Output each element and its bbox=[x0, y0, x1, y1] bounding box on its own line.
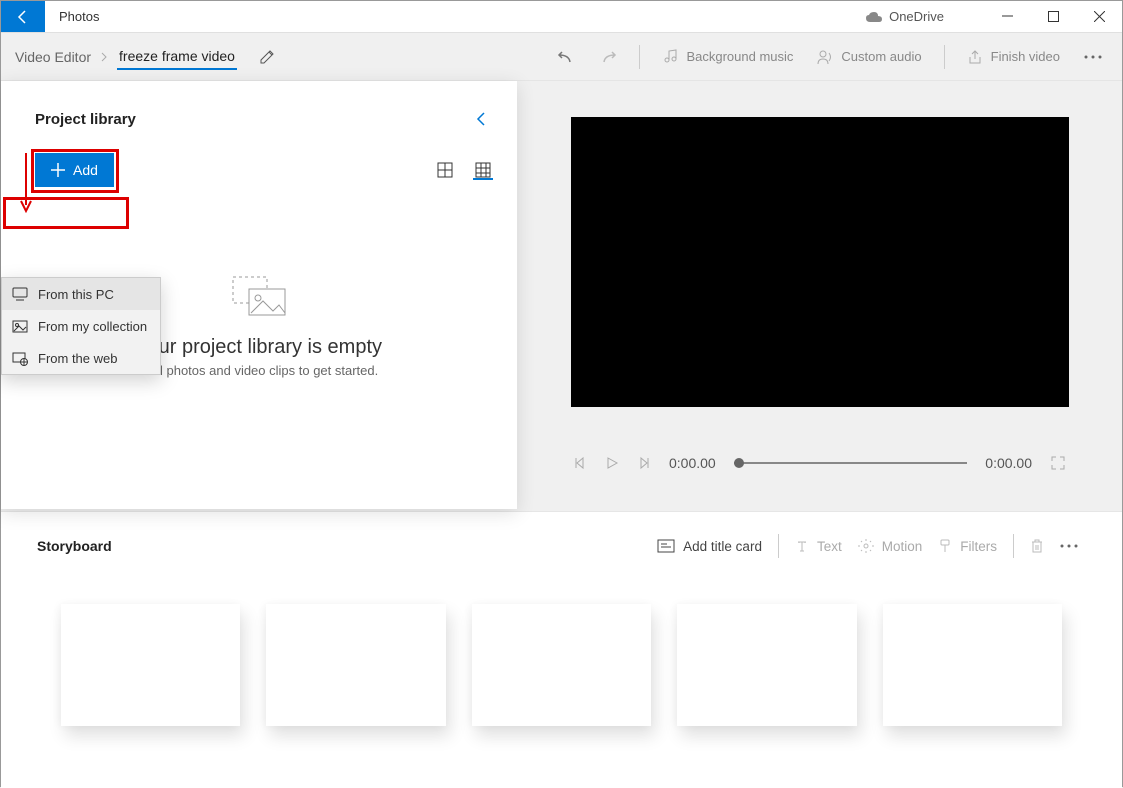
app-title: Photos bbox=[45, 1, 113, 32]
storyboard-title: Storyboard bbox=[37, 538, 112, 554]
time-total: 0:00.00 bbox=[985, 455, 1032, 471]
more-button[interactable] bbox=[1074, 49, 1112, 65]
project-library-panel: Project library Add Your pr bbox=[1, 81, 517, 509]
pc-icon bbox=[12, 286, 28, 302]
delete-button bbox=[1022, 534, 1052, 558]
title-bar: Photos OneDrive bbox=[1, 1, 1122, 33]
add-title-card-button[interactable]: Add title card bbox=[649, 535, 770, 558]
play-button[interactable] bbox=[605, 456, 619, 470]
library-title: Project library bbox=[35, 111, 136, 128]
filters-icon bbox=[938, 539, 952, 553]
web-icon bbox=[12, 350, 28, 366]
fullscreen-button[interactable] bbox=[1050, 455, 1066, 471]
collapse-library-button[interactable] bbox=[467, 107, 495, 131]
skip-forward-icon bbox=[637, 456, 651, 470]
storyboard-slot[interactable] bbox=[266, 604, 445, 726]
cloud-icon bbox=[865, 11, 883, 23]
grid-large-icon bbox=[437, 162, 453, 178]
plus-icon bbox=[51, 163, 65, 177]
grid-small-icon bbox=[475, 162, 491, 178]
dropdown-from-this-pc[interactable]: From this PC bbox=[2, 278, 160, 310]
person-audio-icon bbox=[817, 49, 833, 65]
add-button[interactable]: Add bbox=[35, 153, 114, 187]
finish-video-button[interactable]: Finish video bbox=[957, 43, 1070, 71]
small-grid-view-button[interactable] bbox=[473, 160, 493, 180]
empty-media-icon bbox=[231, 275, 287, 317]
minimize-button[interactable] bbox=[984, 1, 1030, 32]
custom-audio-button[interactable]: Custom audio bbox=[807, 43, 931, 71]
fullscreen-icon bbox=[1050, 455, 1066, 471]
undo-icon bbox=[557, 48, 575, 66]
trash-icon bbox=[1030, 538, 1044, 554]
player-controls: 0:00.00 0:00.00 bbox=[569, 455, 1070, 471]
dropdown-from-the-web[interactable]: From the web bbox=[2, 342, 160, 374]
text-button: Text bbox=[787, 535, 850, 558]
filters-button: Filters bbox=[930, 535, 1005, 558]
dropdown-from-my-collection[interactable]: From my collection bbox=[2, 310, 160, 342]
seek-bar[interactable] bbox=[734, 462, 968, 464]
title-card-icon bbox=[657, 539, 675, 553]
pencil-icon bbox=[259, 49, 275, 65]
next-frame-button[interactable] bbox=[637, 456, 651, 470]
undo-button[interactable] bbox=[547, 42, 585, 72]
storyboard-slot[interactable] bbox=[472, 604, 651, 726]
export-icon bbox=[967, 49, 983, 65]
more-icon bbox=[1060, 544, 1078, 548]
redo-icon bbox=[599, 48, 617, 66]
skip-back-icon bbox=[573, 456, 587, 470]
maximize-icon bbox=[1048, 11, 1059, 22]
preview-panel: 0:00.00 0:00.00 bbox=[517, 81, 1122, 511]
storyboard-more-button[interactable] bbox=[1052, 540, 1086, 552]
time-current: 0:00.00 bbox=[669, 455, 716, 471]
collection-icon bbox=[12, 318, 28, 334]
chevron-left-icon bbox=[475, 111, 487, 127]
storyboard-slot[interactable] bbox=[61, 604, 240, 726]
breadcrumb-root[interactable]: Video Editor bbox=[11, 43, 95, 71]
storyboard-clips bbox=[1, 566, 1122, 726]
breadcrumb-project[interactable]: freeze frame video bbox=[117, 44, 237, 70]
close-button[interactable] bbox=[1076, 1, 1122, 32]
toolbar: Video Editor freeze frame video Backgrou… bbox=[1, 33, 1122, 81]
large-grid-view-button[interactable] bbox=[435, 160, 455, 180]
minimize-icon bbox=[1002, 11, 1013, 22]
redo-button[interactable] bbox=[589, 42, 627, 72]
background-music-button[interactable]: Background music bbox=[652, 43, 803, 71]
back-button[interactable] bbox=[1, 1, 45, 32]
close-icon bbox=[1094, 11, 1105, 22]
motion-icon bbox=[858, 539, 874, 553]
edit-name-button[interactable] bbox=[259, 49, 275, 65]
onedrive-status[interactable]: OneDrive bbox=[865, 1, 944, 32]
storyboard-slot[interactable] bbox=[677, 604, 856, 726]
play-icon bbox=[605, 456, 619, 470]
add-source-dropdown: From this PC From my collection From the… bbox=[1, 277, 161, 375]
music-icon bbox=[662, 49, 678, 65]
more-icon bbox=[1084, 55, 1102, 59]
chevron-right-icon bbox=[99, 52, 109, 62]
text-icon bbox=[795, 539, 809, 553]
arrow-left-icon bbox=[15, 9, 31, 25]
storyboard-panel: Storyboard Add title card Text Motion Fi… bbox=[1, 511, 1122, 788]
maximize-button[interactable] bbox=[1030, 1, 1076, 32]
storyboard-slot[interactable] bbox=[883, 604, 1062, 726]
previous-frame-button[interactable] bbox=[573, 456, 587, 470]
motion-button: Motion bbox=[850, 535, 931, 558]
video-preview[interactable] bbox=[571, 117, 1069, 407]
